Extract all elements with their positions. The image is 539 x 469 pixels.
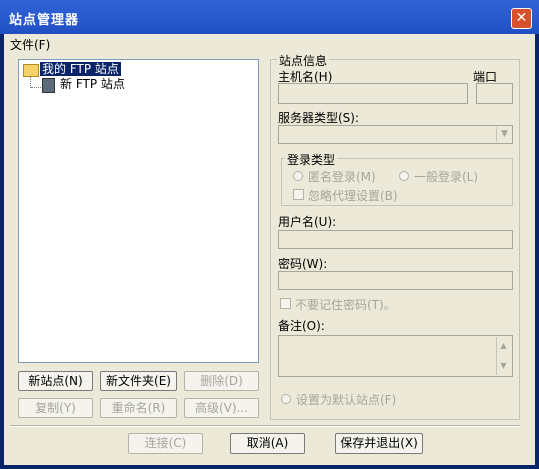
scroll-down-icon[interactable]: ▼ — [496, 357, 511, 375]
site-info-group-label: 站点信息 — [277, 52, 330, 69]
anonymous-login-label: 匿名登录(M) — [308, 170, 376, 184]
close-button[interactable]: ✕ — [511, 8, 532, 29]
password-label: 密码(W): — [278, 257, 328, 271]
username-label: 用户名(U): — [278, 215, 337, 229]
cancel-button[interactable]: 取消(A) — [230, 433, 305, 454]
tree-child-item[interactable]: 新 FTP 站点 — [60, 77, 125, 91]
title-bar[interactable] — [0, 0, 539, 34]
server-type-label: 服务器类型(S): — [278, 111, 360, 125]
username-input[interactable] — [278, 230, 513, 249]
set-default-label: 设置为默认站点(F) — [296, 393, 397, 407]
no-remember-password-label: 不要记住密码(T)。 — [295, 298, 396, 312]
bottom-separator-highlight — [10, 426, 520, 427]
notes-label: 备注(O): — [278, 319, 325, 333]
login-type-label: 登录类型 — [285, 151, 338, 168]
new-folder-button[interactable]: 新文件夹(E) — [100, 371, 177, 391]
site-tree[interactable] — [18, 59, 259, 363]
set-default-radio[interactable] — [281, 394, 291, 404]
advanced-button[interactable]: 高级(V)... — [184, 398, 259, 418]
password-input[interactable] — [278, 271, 513, 290]
save-exit-button[interactable]: 保存并退出(X) — [335, 433, 423, 454]
computer-icon — [42, 78, 55, 93]
delete-button[interactable]: 删除(D) — [184, 371, 259, 391]
no-remember-password-checkbox[interactable] — [280, 298, 291, 309]
ignore-proxy-label: 忽略代理设置(B) — [308, 189, 398, 203]
rename-button[interactable]: 重命名(R) — [100, 398, 177, 418]
server-type-select[interactable] — [278, 125, 513, 144]
notes-textarea[interactable] — [278, 335, 513, 377]
new-site-button[interactable]: 新站点(N) — [18, 371, 93, 391]
connect-button[interactable]: 连接(C) — [128, 433, 203, 454]
menu-file[interactable]: 文件(F) — [10, 36, 50, 53]
chevron-down-icon[interactable]: ▼ — [496, 127, 512, 142]
anonymous-login-radio[interactable] — [293, 171, 303, 181]
copy-button[interactable]: 复制(Y) — [18, 398, 93, 418]
port-input[interactable] — [476, 83, 513, 104]
host-input[interactable] — [278, 83, 468, 104]
ignore-proxy-checkbox[interactable] — [293, 189, 304, 200]
tree-line — [31, 87, 41, 89]
tree-root-item[interactable]: 我的 FTP 站点 — [40, 62, 121, 76]
scroll-up-icon[interactable]: ▲ — [496, 337, 511, 355]
window-title: 站点管理器 — [9, 13, 80, 28]
normal-login-radio[interactable] — [399, 171, 409, 181]
normal-login-label: 一般登录(L) — [414, 170, 479, 184]
